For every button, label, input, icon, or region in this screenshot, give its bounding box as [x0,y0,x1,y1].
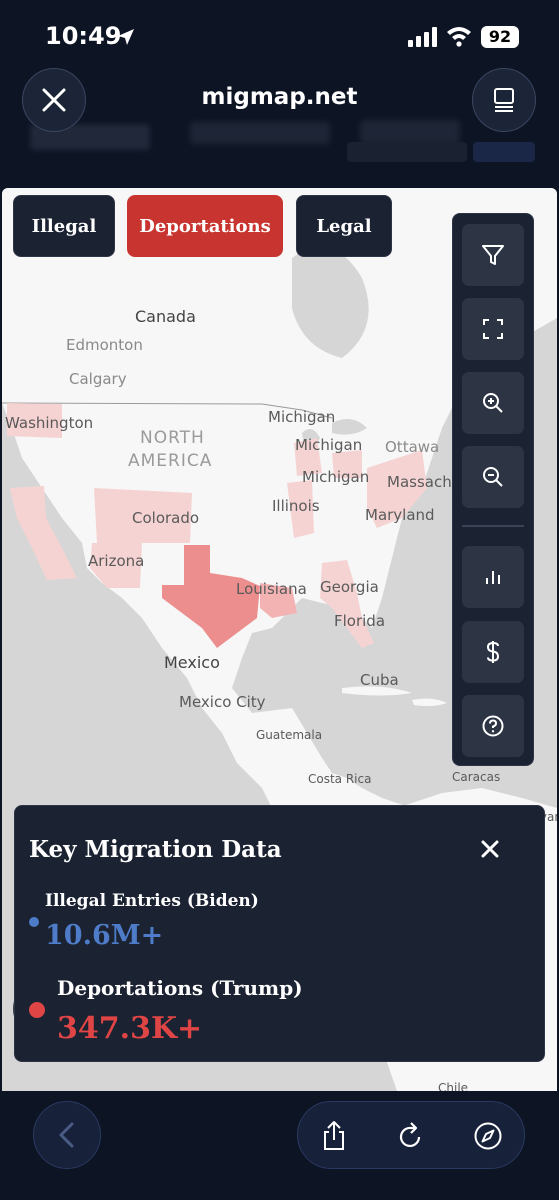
wifi-icon [447,27,471,47]
zoom-out-icon [483,467,503,487]
illegal-entries-label: Illegal Entries (Biden) [45,891,259,911]
label-chile: Chile [438,1081,469,1091]
label-calgary: Calgary [69,370,127,388]
illegal-entries-value: 10.6M+ [45,920,164,951]
bar-chart-icon [486,571,500,584]
label-massachusetts: Massachu [387,473,462,491]
help-icon [482,715,504,737]
label-maryland: Maryland [365,506,435,524]
label-caracas: Caracas [452,770,501,784]
label-mexico: Mexico [164,653,220,672]
compass-icon [474,1122,502,1150]
label-mexico-city: Mexico City [179,693,266,711]
compass-button[interactable] [470,1118,506,1154]
browser-bottom-bar [0,1091,559,1200]
deportations-toggle-button[interactable]: Deportations [127,195,283,257]
illegal-entries-dot [29,917,39,927]
zoom-in-button[interactable] [462,372,524,434]
share-icon [324,1121,344,1150]
zoom-in-icon [483,393,503,413]
cellular-signal-icon [408,27,437,47]
page-header-blurred [0,112,559,172]
reload-button[interactable] [393,1118,429,1154]
label-florida: Florida [334,612,386,630]
help-button[interactable] [462,695,524,757]
illegal-toggle-button[interactable]: Illegal [13,195,115,257]
panel-title: Key Migration Data [29,836,282,863]
label-cuba: Cuba [360,671,399,689]
battery-icon: 92 [481,26,519,48]
key-migration-data-panel: Key Migration Data Illegal Entries (Bide… [14,805,545,1062]
label-colorado: Colorado [132,509,200,527]
label-guatemala: Guatemala [256,728,323,742]
label-ottawa: Ottawa [385,438,440,456]
label-illinois: Illinois [272,497,320,515]
deportations-value: 347.3K+ [57,1011,203,1046]
zoom-out-button[interactable] [462,446,524,508]
deportations-label: Deportations (Trump) [57,976,303,1000]
browser-actions [297,1101,525,1169]
label-michigan-3: Michigan [302,468,370,486]
share-button[interactable] [316,1118,352,1154]
cost-button[interactable] [462,621,524,683]
label-edmonton: Edmonton [66,336,143,354]
toolbar-divider [462,525,524,527]
filter-icon [482,245,504,265]
back-button[interactable] [33,1101,101,1169]
label-america: AMERICA [128,451,213,471]
stats-button[interactable] [462,546,524,608]
back-icon [59,1122,74,1148]
tabs-icon [494,88,514,112]
label-michigan-1: Michigan [268,408,336,426]
legal-toggle-button[interactable]: Legal [296,195,392,257]
tabs-button[interactable] [472,68,536,132]
map-toolbar [452,213,534,766]
label-arizona: Arizona [88,552,145,570]
label-washington: Washington [5,414,94,432]
label-georgia: Georgia [320,578,379,596]
label-north: NORTH [140,428,205,448]
filter-button[interactable] [462,224,524,286]
label-canada: Canada [135,307,196,326]
fullscreen-button[interactable] [462,298,524,360]
label-costa-rica: Costa Rica [308,772,372,786]
label-michigan-2: Michigan [295,436,363,454]
close-panel-icon[interactable] [479,838,501,860]
deportations-dot [29,1002,45,1018]
dollar-icon [486,641,500,663]
reload-icon [399,1122,421,1148]
location-arrow-icon [118,29,134,45]
fullscreen-icon [483,319,503,339]
label-louisiana: Louisiana [236,580,307,598]
status-time: 10:49 [45,22,122,50]
